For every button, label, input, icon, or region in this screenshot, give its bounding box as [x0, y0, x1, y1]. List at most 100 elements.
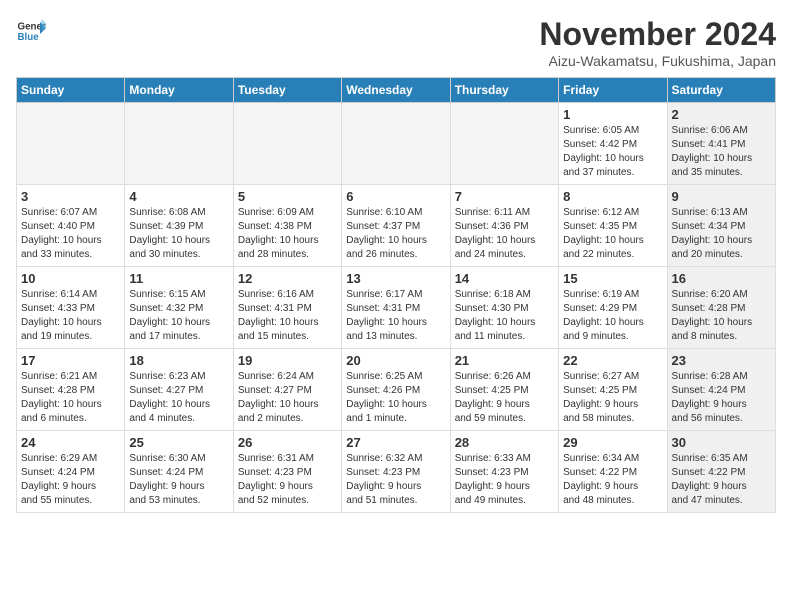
day-info: Sunrise: 6:17 AM Sunset: 4:31 PM Dayligh… — [346, 288, 445, 344]
week-row-0: 1 Sunrise: 6:05 AM Sunset: 4:42 PM Daylig… — [17, 103, 776, 185]
day-info: Sunrise: 6:27 AM Sunset: 4:25 PM Dayligh… — [563, 370, 662, 426]
day-info: Sunrise: 6:28 AM Sunset: 4:24 PM Dayligh… — [672, 370, 771, 426]
day-number: 22 — [563, 353, 662, 368]
weekday-wednesday: Wednesday — [342, 78, 450, 103]
day-info: Sunrise: 6:10 AM Sunset: 4:37 PM Dayligh… — [346, 206, 445, 262]
day-number: 26 — [238, 435, 337, 450]
month-title: November 2024 — [539, 16, 776, 53]
calendar-body: 1 Sunrise: 6:05 AM Sunset: 4:42 PM Daylig… — [17, 103, 776, 513]
day-cell: 9 Sunrise: 6:13 AM Sunset: 4:34 PM Daylig… — [667, 185, 775, 267]
day-info: Sunrise: 6:09 AM Sunset: 4:38 PM Dayligh… — [238, 206, 337, 262]
day-cell: 12 Sunrise: 6:16 AM Sunset: 4:31 PM Dayli… — [233, 267, 341, 349]
day-cell: 10 Sunrise: 6:14 AM Sunset: 4:33 PM Dayli… — [17, 267, 125, 349]
day-cell: 27 Sunrise: 6:32 AM Sunset: 4:23 PM Dayli… — [342, 431, 450, 513]
day-number: 23 — [672, 353, 771, 368]
day-info: Sunrise: 6:14 AM Sunset: 4:33 PM Dayligh… — [21, 288, 120, 344]
week-row-3: 17 Sunrise: 6:21 AM Sunset: 4:28 PM Dayli… — [17, 349, 776, 431]
day-info: Sunrise: 6:25 AM Sunset: 4:26 PM Dayligh… — [346, 370, 445, 426]
day-cell: 23 Sunrise: 6:28 AM Sunset: 4:24 PM Dayli… — [667, 349, 775, 431]
day-number: 4 — [129, 189, 228, 204]
day-number: 18 — [129, 353, 228, 368]
day-cell: 29 Sunrise: 6:34 AM Sunset: 4:22 PM Dayli… — [559, 431, 667, 513]
day-info: Sunrise: 6:32 AM Sunset: 4:23 PM Dayligh… — [346, 452, 445, 508]
day-number: 20 — [346, 353, 445, 368]
weekday-saturday: Saturday — [667, 78, 775, 103]
day-number: 1 — [563, 107, 662, 122]
day-cell: 28 Sunrise: 6:33 AM Sunset: 4:23 PM Dayli… — [450, 431, 558, 513]
day-info: Sunrise: 6:34 AM Sunset: 4:22 PM Dayligh… — [563, 452, 662, 508]
day-cell: 22 Sunrise: 6:27 AM Sunset: 4:25 PM Dayli… — [559, 349, 667, 431]
day-number: 16 — [672, 271, 771, 286]
day-cell: 19 Sunrise: 6:24 AM Sunset: 4:27 PM Dayli… — [233, 349, 341, 431]
day-cell: 2 Sunrise: 6:06 AM Sunset: 4:41 PM Daylig… — [667, 103, 775, 185]
day-cell: 7 Sunrise: 6:11 AM Sunset: 4:36 PM Daylig… — [450, 185, 558, 267]
day-cell: 25 Sunrise: 6:30 AM Sunset: 4:24 PM Dayli… — [125, 431, 233, 513]
day-info: Sunrise: 6:19 AM Sunset: 4:29 PM Dayligh… — [563, 288, 662, 344]
day-number: 14 — [455, 271, 554, 286]
location-title: Aizu-Wakamatsu, Fukushima, Japan — [539, 53, 776, 69]
day-number: 10 — [21, 271, 120, 286]
day-info: Sunrise: 6:20 AM Sunset: 4:28 PM Dayligh… — [672, 288, 771, 344]
day-number: 15 — [563, 271, 662, 286]
day-number: 3 — [21, 189, 120, 204]
day-info: Sunrise: 6:26 AM Sunset: 4:25 PM Dayligh… — [455, 370, 554, 426]
weekday-thursday: Thursday — [450, 78, 558, 103]
weekday-tuesday: Tuesday — [233, 78, 341, 103]
day-info: Sunrise: 6:05 AM Sunset: 4:42 PM Dayligh… — [563, 124, 662, 180]
week-row-1: 3Sunrise: 6:07 AM Sunset: 4:40 PM Daylig… — [17, 185, 776, 267]
day-number: 8 — [563, 189, 662, 204]
day-cell: 20 Sunrise: 6:25 AM Sunset: 4:26 PM Dayli… — [342, 349, 450, 431]
day-number: 21 — [455, 353, 554, 368]
day-info: Sunrise: 6:24 AM Sunset: 4:27 PM Dayligh… — [238, 370, 337, 426]
day-cell — [125, 103, 233, 185]
day-number: 9 — [672, 189, 771, 204]
day-info: Sunrise: 6:16 AM Sunset: 4:31 PM Dayligh… — [238, 288, 337, 344]
day-number: 19 — [238, 353, 337, 368]
day-number: 27 — [346, 435, 445, 450]
day-info: Sunrise: 6:06 AM Sunset: 4:41 PM Dayligh… — [672, 124, 771, 180]
day-info: Sunrise: 6:18 AM Sunset: 4:30 PM Dayligh… — [455, 288, 554, 344]
day-cell — [450, 103, 558, 185]
day-info: Sunrise: 6:11 AM Sunset: 4:36 PM Dayligh… — [455, 206, 554, 262]
day-info: Sunrise: 6:15 AM Sunset: 4:32 PM Dayligh… — [129, 288, 228, 344]
day-number: 29 — [563, 435, 662, 450]
day-number: 12 — [238, 271, 337, 286]
day-number: 25 — [129, 435, 228, 450]
day-info: Sunrise: 6:12 AM Sunset: 4:35 PM Dayligh… — [563, 206, 662, 262]
day-info: Sunrise: 6:35 AM Sunset: 4:22 PM Dayligh… — [672, 452, 771, 508]
svg-text:Blue: Blue — [18, 32, 40, 43]
day-cell: 11Sunrise: 6:15 AM Sunset: 4:32 PM Dayli… — [125, 267, 233, 349]
day-cell: 3Sunrise: 6:07 AM Sunset: 4:40 PM Daylig… — [17, 185, 125, 267]
day-cell: 1 Sunrise: 6:05 AM Sunset: 4:42 PM Daylig… — [559, 103, 667, 185]
day-cell: 18 Sunrise: 6:23 AM Sunset: 4:27 PM Dayli… — [125, 349, 233, 431]
day-cell: 5Sunrise: 6:09 AM Sunset: 4:38 PM Daylig… — [233, 185, 341, 267]
week-row-2: 10 Sunrise: 6:14 AM Sunset: 4:33 PM Dayli… — [17, 267, 776, 349]
title-area: November 2024 Aizu-Wakamatsu, Fukushima,… — [539, 16, 776, 69]
day-info: Sunrise: 6:21 AM Sunset: 4:28 PM Dayligh… — [21, 370, 120, 426]
day-info: Sunrise: 6:23 AM Sunset: 4:27 PM Dayligh… — [129, 370, 228, 426]
day-cell: 4 Sunrise: 6:08 AM Sunset: 4:39 PM Daylig… — [125, 185, 233, 267]
day-cell — [342, 103, 450, 185]
day-info: Sunrise: 6:13 AM Sunset: 4:34 PM Dayligh… — [672, 206, 771, 262]
day-cell: 14 Sunrise: 6:18 AM Sunset: 4:30 PM Dayli… — [450, 267, 558, 349]
day-number: 28 — [455, 435, 554, 450]
day-info: Sunrise: 6:08 AM Sunset: 4:39 PM Dayligh… — [129, 206, 228, 262]
calendar-table: SundayMondayTuesdayWednesdayThursdayFrid… — [16, 77, 776, 513]
day-cell: 21 Sunrise: 6:26 AM Sunset: 4:25 PM Dayli… — [450, 349, 558, 431]
day-cell: 15 Sunrise: 6:19 AM Sunset: 4:29 PM Dayli… — [559, 267, 667, 349]
day-info: Sunrise: 6:30 AM Sunset: 4:24 PM Dayligh… — [129, 452, 228, 508]
day-number: 2 — [672, 107, 771, 122]
day-info: Sunrise: 6:33 AM Sunset: 4:23 PM Dayligh… — [455, 452, 554, 508]
day-number: 17 — [21, 353, 120, 368]
day-info: Sunrise: 6:31 AM Sunset: 4:23 PM Dayligh… — [238, 452, 337, 508]
day-cell: 17 Sunrise: 6:21 AM Sunset: 4:28 PM Dayli… — [17, 349, 125, 431]
day-number: 7 — [455, 189, 554, 204]
weekday-sunday: Sunday — [17, 78, 125, 103]
day-cell — [17, 103, 125, 185]
day-number: 30 — [672, 435, 771, 450]
day-number: 13 — [346, 271, 445, 286]
day-info: Sunrise: 6:29 AM Sunset: 4:24 PM Dayligh… — [21, 452, 120, 508]
day-cell — [233, 103, 341, 185]
day-number: 6 — [346, 189, 445, 204]
weekday-monday: Monday — [125, 78, 233, 103]
